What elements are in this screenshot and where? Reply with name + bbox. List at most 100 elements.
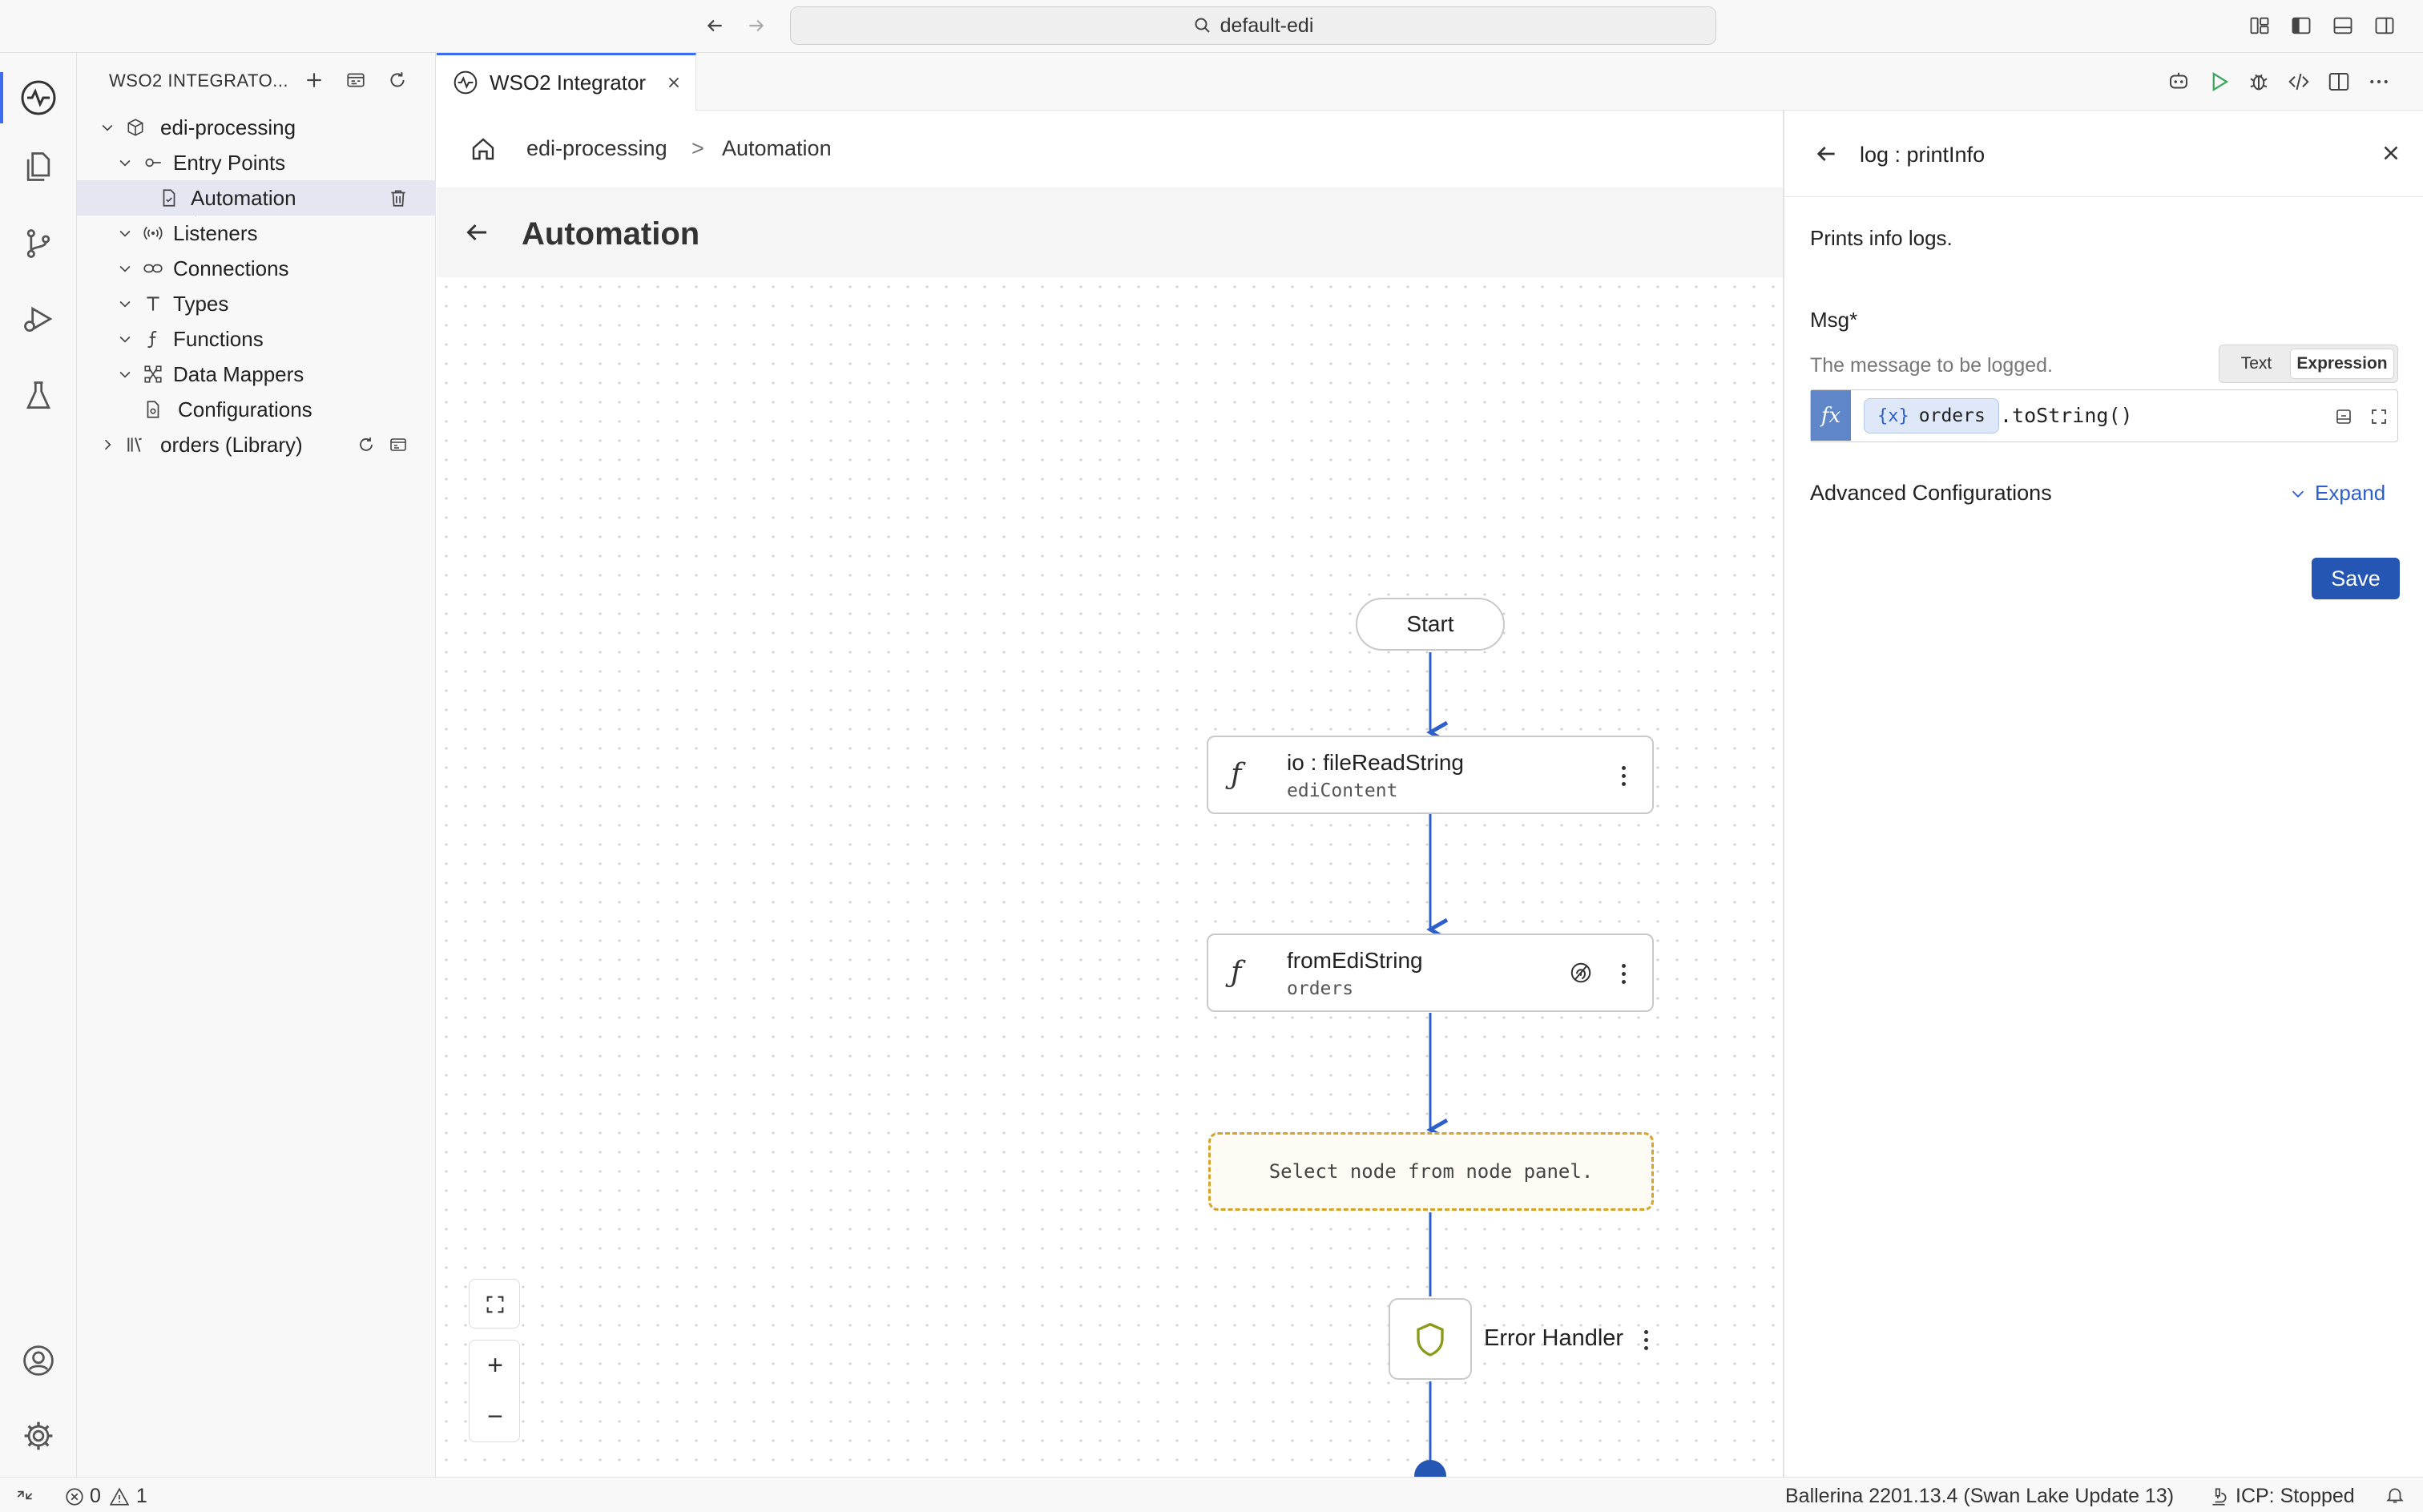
mode-expression-button[interactable]: Expression — [2290, 349, 2394, 379]
refresh-icon[interactable] — [354, 433, 378, 457]
node-menu-icon[interactable] — [1614, 958, 1633, 990]
code-icon[interactable] — [2284, 67, 2313, 96]
tree-item-entry-points[interactable]: Entry Points — [77, 145, 436, 180]
flow-node-from-edi[interactable]: ƒ fromEdiString orders — [1207, 933, 1654, 1012]
error-handler-menu-icon[interactable] — [1636, 1324, 1655, 1356]
run-icon[interactable] — [2204, 67, 2233, 96]
breadcrumb-project[interactable]: edi-processing — [526, 136, 667, 161]
notifications-bell-icon[interactable] — [2385, 1485, 2405, 1506]
tree-item-connections[interactable]: Connections — [77, 251, 436, 286]
zoom-in-button[interactable]: + — [470, 1341, 521, 1390]
explorer-sidebar: WSO2 INTEGRATO... edi-processing Entry P… — [77, 53, 436, 1477]
tree-item-types[interactable]: Types — [77, 286, 436, 321]
node-title: io : fileReadString — [1287, 750, 1465, 775]
add-icon[interactable] — [300, 66, 329, 95]
ballerina-version[interactable]: Ballerina 2201.13.4 (Swan Lake Update 13… — [1785, 1485, 2174, 1508]
remote-icon[interactable] — [14, 1485, 35, 1506]
icp-status[interactable]: ICP: Stopped — [2208, 1485, 2355, 1508]
tree-item-functions[interactable]: Functions — [77, 321, 436, 357]
trash-icon[interactable] — [386, 186, 410, 210]
search-text: default-edi — [1220, 14, 1314, 37]
back-arrow-icon[interactable] — [700, 11, 729, 40]
testing-icon[interactable] — [18, 375, 59, 417]
tree-item-data-mappers[interactable]: Data Mappers — [77, 357, 436, 392]
copilot-icon[interactable] — [2164, 67, 2193, 96]
customize-layout-icon[interactable] — [2245, 11, 2274, 40]
tree-item-configurations[interactable]: Configurations — [77, 392, 436, 427]
overview-icon[interactable] — [386, 433, 410, 457]
tree-item-library[interactable]: orders (Library) — [77, 427, 436, 462]
tree-label: orders (Library) — [160, 432, 303, 457]
account-icon[interactable] — [18, 1340, 59, 1381]
home-icon[interactable] — [469, 135, 498, 167]
zoom-controls: + − — [469, 1340, 520, 1442]
broadcast-icon — [141, 221, 165, 245]
expression-text: .toString() — [2000, 404, 2133, 427]
zoom-out-button[interactable]: − — [470, 1392, 521, 1441]
problems-indicator[interactable]: 0 1 — [64, 1485, 147, 1508]
search-icon — [1195, 18, 1210, 33]
tree-item-listeners[interactable]: Listeners — [77, 216, 436, 251]
more-actions-icon[interactable] — [2365, 67, 2393, 96]
error-handler-node[interactable] — [1389, 1298, 1472, 1380]
forward-arrow-icon[interactable] — [742, 11, 771, 40]
flow-node-file-read[interactable]: ƒ io : fileReadString ediContent — [1207, 736, 1654, 814]
fit-to-screen-icon[interactable] — [470, 1280, 521, 1329]
panel-title: log : printInfo — [1860, 143, 1986, 167]
variable-chip[interactable]: {x} orders — [1864, 398, 1999, 433]
breadcrumb: edi-processing > Automation — [437, 111, 1783, 187]
run-debug-icon[interactable] — [18, 298, 59, 340]
tab-wso2-integrator[interactable]: WSO2 Integrator — [437, 53, 696, 111]
debug-icon[interactable] — [2244, 67, 2273, 96]
tree-label: Configurations — [178, 397, 312, 421]
refresh-icon[interactable] — [383, 66, 412, 95]
placeholder-node[interactable]: Select node from node panel. — [1208, 1132, 1654, 1211]
tree-label: Functions — [173, 326, 264, 351]
save-button[interactable]: Save — [2312, 558, 2400, 599]
page-title-bar: Automation — [437, 187, 1783, 277]
start-node[interactable]: Start — [1356, 598, 1505, 651]
close-icon[interactable] — [661, 70, 687, 95]
expand-editor-icon[interactable] — [2367, 405, 2391, 429]
page-title: Automation — [522, 216, 700, 252]
variable-icon: {x} — [1877, 405, 1909, 426]
warning-count: 1 — [135, 1485, 147, 1507]
back-arrow-icon[interactable] — [1813, 141, 1839, 171]
open-editor-icon[interactable] — [2332, 405, 2356, 429]
wso2-integrator-icon[interactable] — [18, 77, 59, 119]
fx-icon[interactable]: fx — [1811, 390, 1851, 441]
breadcrumb-separator: > — [691, 136, 704, 160]
microscope-icon — [2212, 1487, 2227, 1506]
command-center-search[interactable]: default-edi — [790, 6, 1716, 45]
tree-label: Types — [173, 291, 229, 316]
config-file-icon — [141, 397, 165, 421]
explorer-icon[interactable] — [18, 146, 59, 187]
fingerprint-icon[interactable] — [1569, 961, 1593, 989]
function-icon: ƒ — [1231, 956, 1242, 989]
toggle-secondary-sidebar-icon[interactable] — [2370, 11, 2399, 40]
msg-expression-input[interactable]: fx {x} orders .toString() — [1810, 389, 2398, 442]
mode-text-button[interactable]: Text — [2223, 349, 2290, 379]
tree-label: Connections — [173, 256, 289, 280]
overview-icon[interactable] — [341, 66, 370, 95]
source-control-icon[interactable] — [18, 223, 59, 264]
advanced-configurations-label: Advanced Configurations — [1810, 481, 2052, 505]
tree-item-automation[interactable]: Automation — [77, 180, 436, 216]
function-icon — [141, 327, 165, 351]
node-menu-icon[interactable] — [1614, 760, 1633, 792]
back-arrow-icon[interactable] — [462, 218, 491, 251]
node-title: fromEdiString — [1287, 948, 1423, 973]
settings-gear-icon[interactable] — [18, 1415, 59, 1457]
node-variable: orders — [1287, 978, 1354, 999]
toggle-primary-sidebar-icon[interactable] — [2287, 11, 2316, 40]
toggle-panel-icon[interactable] — [2328, 11, 2357, 40]
expand-button[interactable]: Expand — [2289, 481, 2385, 506]
tree-label: Entry Points — [173, 150, 286, 175]
split-editor-icon[interactable] — [2324, 67, 2353, 96]
tree-item-project[interactable]: edi-processing — [77, 110, 436, 145]
tab-label: WSO2 Integrator — [490, 71, 647, 95]
diagram-canvas[interactable] — [437, 277, 1783, 1477]
breadcrumb-current: Automation — [722, 136, 832, 160]
type-icon — [141, 292, 165, 316]
close-icon[interactable] — [2379, 141, 2403, 169]
